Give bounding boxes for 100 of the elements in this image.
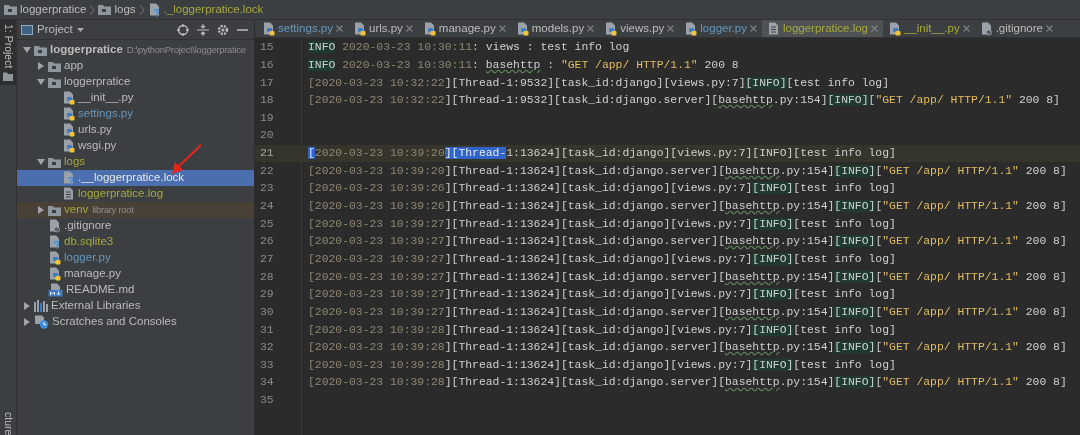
markdown-file-icon [48,283,63,297]
python-file-icon [62,123,75,137]
line-number: 34 [259,375,275,391]
close-icon[interactable] [667,25,675,32]
breadcrumb-item[interactable]: ._loggerpratice.lock [147,0,264,19]
item-label: README.md [66,282,135,298]
item-label: logger.py [64,250,111,266]
python-file-icon [888,21,901,36]
editor-tab[interactable]: urls.py [348,20,418,37]
ignore-file-icon [48,219,61,233]
tree-item[interactable]: db.sqlite3 [17,234,254,250]
settings-icon[interactable] [217,23,229,36]
editor-tab[interactable]: models.py [510,20,600,37]
breadcrumb-item[interactable]: loggerpratice [4,0,87,19]
line-number: 28 [259,269,275,285]
dropdown-caret-icon[interactable] [76,27,84,32]
tree-item[interactable]: External Libraries [17,298,254,314]
tree-item[interactable]: logs [17,154,254,170]
folder-icon [98,4,112,15]
line-number: 18 [259,93,275,109]
close-icon[interactable] [587,25,595,32]
folder-icon [34,44,47,56]
expanded-arrow-icon[interactable] [36,79,45,85]
tree-item[interactable]: .__loggerpratice.lock [17,170,254,186]
item-label: logs [64,154,86,170]
close-icon[interactable] [336,25,343,32]
log-line: [2020-03-23 10:39:27][Thread-1:13624][task_id:django.server][basehttp.py:154][INFO]["GET /app/ HTTP/1.1" 200 8] [308,304,1067,320]
editor-tab[interactable]: logger.py [679,20,762,37]
tree-item[interactable]: loggerpratice D:\pythonProject\loggerpratice [17,42,254,58]
tree-item[interactable]: venv library root [17,202,254,218]
item-label: app [64,58,84,74]
close-icon[interactable] [1045,25,1053,32]
line-number: 32 [259,340,275,356]
line-number: 19 [259,110,275,126]
expanded-arrow-icon[interactable] [22,47,31,53]
tree-item[interactable]: manage.py [17,266,254,282]
item-hint: D:\pythonProject\loggerpratice [126,42,246,57]
panel-title[interactable]: Project [37,20,73,39]
editor-tab[interactable]: loggerpratice.log [762,20,883,37]
close-icon[interactable] [498,25,506,32]
log-line: [2020-03-23 10:39:28][Thread-1:13624][task_id:django.server][basehttp.py:154][INFO]["GET /app/ HTTP/1.1" 200 8] [308,375,1067,391]
editor-tab[interactable]: __init__.py [883,20,975,37]
editor-tab[interactable]: views.py [599,20,680,37]
tree-item[interactable]: .gitignore [17,218,254,234]
tool-window-button[interactable]: cture [0,407,16,435]
python-file-icon [422,21,436,36]
line-number: 26 [259,234,275,250]
line-number: 17 [259,75,275,91]
editor-tab[interactable]: settings.py [257,20,348,37]
tree-item[interactable]: urls.py [17,122,254,138]
collapsed-arrow-icon[interactable] [37,62,44,70]
unknown-file-icon [147,2,161,17]
scratch-icon [34,315,49,329]
tree-item[interactable]: loggerpratice.log [17,186,254,202]
item-label: loggerpratice.log [78,186,164,202]
collapse-all-icon[interactable] [197,23,209,36]
tree-item[interactable]: __init__.py [17,90,254,106]
python-file-icon [48,267,61,281]
log-line: [2020-03-23 10:39:20][Thread-1:13624][task_id:django][views.py:7][INFO][test info log] [308,146,896,162]
close-icon[interactable] [750,25,757,32]
tree-item[interactable]: logger.py [17,250,254,266]
log-line: [2020-03-23 10:32:22][Thread-1:9532][task_id:django.server][basehttp.py:154][INFO]["GET /app/ HTTP/1.1" 200 8] [308,93,1060,109]
folder-icon [48,76,61,88]
editor-tab[interactable]: manage.py [417,20,511,37]
tree-item[interactable]: wsgi.py [17,138,254,154]
item-label: venv [64,202,89,218]
expanded-arrow-icon[interactable] [36,159,45,165]
line-number: 25 [259,216,275,232]
tree-item[interactable]: settings.py [17,106,254,122]
item-label: settings.py [78,106,133,122]
log-line: [2020-03-23 10:39:28][Thread-1:13624][task_id:django][views.py:7][INFO][test info log] [308,322,896,338]
close-icon[interactable] [405,25,413,32]
item-label: loggerpratice [50,42,123,58]
python-file-icon [684,21,698,36]
python-file-icon [48,251,61,265]
tree-item[interactable]: Scratches and Consoles [17,314,254,330]
close-icon[interactable] [962,25,970,32]
item-label: wsgi.py [78,138,117,154]
tree-item[interactable]: loggerpratice [17,74,254,90]
tool-window-button[interactable]: 1: Project [0,20,16,86]
editor-tab[interactable]: .gitignore [974,20,1058,37]
tree-item[interactable]: app [17,58,254,74]
folder-icon [3,72,13,82]
line-number: 22 [259,163,275,179]
log-line: [2020-03-23 10:39:26][Thread-1:13624][task_id:django.server][basehttp.py:154][INFO]["GET /app/ HTTP/1.1" 200 8] [308,199,1067,215]
python-file-icon [515,21,529,36]
folder-icon [48,204,61,216]
log-line: [2020-03-23 10:39:27][Thread-1:13624][task_id:django.server][basehttp.py:154][INFO]["GET /app/ HTTP/1.1" 200 8] [308,269,1067,285]
collapsed-arrow-icon[interactable] [37,206,44,214]
python-file-icon [353,21,366,36]
python-file-icon [62,91,75,105]
item-label: .gitignore [64,218,112,234]
breadcrumb-item[interactable]: logs [98,0,136,19]
tree-item[interactable]: README.md [17,282,254,298]
line-number: 33 [259,357,275,373]
line-number: 30 [259,304,275,320]
line-number: 29 [259,287,275,303]
log-line: [2020-03-23 10:39:27][Thread-1:13624][task_id:django][views.py:7][INFO][test info log] [308,287,896,303]
view-selector[interactable]: Project [21,20,84,39]
locate-icon[interactable] [177,23,189,36]
